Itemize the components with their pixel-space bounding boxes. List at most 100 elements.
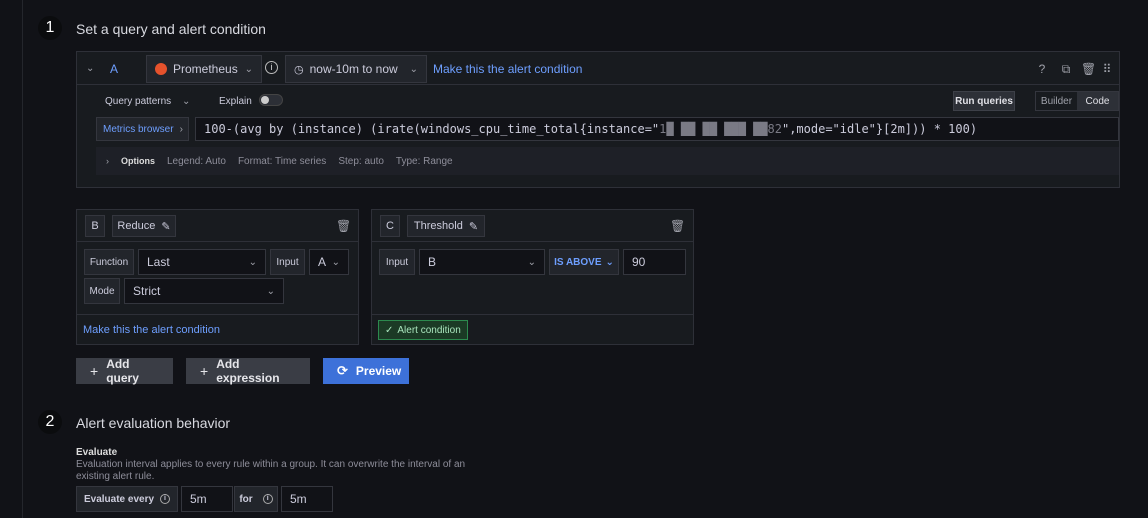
input-value: B [428,255,437,269]
chevron-down-icon: ⌄ [409,63,418,75]
check-icon: ✓ [385,324,394,336]
threshold-value: 90 [632,255,646,269]
evaluate-every-input[interactable]: 5m [181,486,233,512]
add-query-button[interactable]: + Add query [76,357,173,385]
pencil-icon: ✎ [468,220,479,233]
info-icon[interactable]: i [160,494,171,504]
for-duration-input[interactable]: 5m [281,486,333,512]
make-alert-condition-link[interactable]: Make this the alert condition [433,62,582,76]
threshold-operator-select[interactable]: IS ABOVE ⌄ [549,249,619,275]
help-icon[interactable]: ? [1035,62,1049,76]
option-type: Type: Range [395,155,453,167]
option-legend: Legend: Auto [167,155,226,167]
mode-select[interactable]: Strict ⌄ [124,278,284,304]
for-text: for [239,493,253,505]
info-icon[interactable]: i [265,61,278,74]
expression-ref-label: B [85,215,105,237]
pencil-icon: ✎ [161,220,171,233]
query-patterns-dropdown[interactable]: Query patterns ⌄ [105,96,190,107]
expression-type-text: Reduce [117,220,156,232]
expression-type-text: Threshold [413,220,463,232]
input-value: A [318,255,327,269]
alert-rule-form: 1 Set a query and alert condition ⌄ A Pr… [22,0,1148,518]
add-expression-button[interactable]: + Add expression [186,357,310,385]
preview-button[interactable]: ⟳ Preview [323,358,409,384]
drag-handle-icon[interactable]: ⠿ [1100,62,1114,76]
threshold-operator-value: IS ABOVE [554,256,602,268]
mode-value: Strict [133,284,161,298]
expression-c-panel: C Threshold ✎ 🗑 Input B ⌄ IS ABOVE ⌄ 90 … [371,209,694,345]
evaluate-every-label: Evaluate every i [76,486,178,512]
chevron-down-icon: ⌄ [331,256,340,268]
alert-condition-text: Alert condition [397,324,461,336]
expression-type-label[interactable]: Reduce ✎ [112,215,176,237]
add-expression-label: Add expression [216,357,280,385]
evaluate-heading: Evaluate [76,447,118,458]
collapse-chevron-icon[interactable]: ⌄ [86,63,94,74]
explain-label: Explain [219,96,252,107]
query-a-header: ⌄ A Prometheus ⌄ i ◷ now-10m to now ⌄ Ma… [77,52,1119,85]
step-title-1: Set a query and alert condition [76,21,266,37]
expression-b-header: B Reduce ✎ 🗑 [77,210,358,242]
expression-b-footer: Make this the alert condition [77,314,358,344]
trash-icon[interactable]: 🗑 [336,219,351,233]
option-format: Format: Time series [237,155,327,167]
trash-icon[interactable]: 🗑 [1081,62,1096,76]
chevron-down-icon: ⌄ [181,96,191,107]
datasource-name: Prometheus [173,62,238,76]
code-mode-button[interactable]: Code [1077,92,1118,110]
trash-icon[interactable]: 🗑 [670,219,685,233]
expression-b-panel: B Reduce ✎ 🗑 Function Last ⌄ Input A ⌄ M… [76,209,359,345]
mode-label: Mode [84,278,120,304]
datasource-picker[interactable]: Prometheus ⌄ [146,55,262,83]
query-a-panel: ⌄ A Prometheus ⌄ i ◷ now-10m to now ⌄ Ma… [76,51,1120,188]
for-duration-value: 5m [290,492,307,506]
expression-type-label[interactable]: Threshold ✎ [407,215,485,237]
input-label: Input [379,249,415,275]
chevron-down-icon: ⌄ [248,256,257,268]
chevron-down-icon: ⌄ [605,256,614,268]
input-select[interactable]: B ⌄ [419,249,545,275]
query-text-suffix: ",mode="idle"}[2m])) * 100) [781,122,978,136]
query-options-row[interactable]: › Options Legend: Auto Format: Time seri… [96,147,1119,175]
function-select[interactable]: Last ⌄ [138,249,266,275]
run-queries-button[interactable]: Run queries [953,91,1015,111]
time-range-value: now-10m to now [309,62,398,76]
chevron-down-icon: ⌄ [244,63,253,75]
function-value: Last [147,255,170,269]
explain-toggle[interactable] [259,94,283,106]
query-text-prefix: 100-(avg by (instance) (irate(windows_cp… [204,122,660,136]
clock-icon: ◷ [294,63,304,76]
query-ref-label[interactable]: A [110,62,118,76]
builder-mode-button[interactable]: Builder [1036,92,1077,110]
preview-label: Preview [355,364,402,378]
step-title-2: Alert evaluation behavior [76,415,231,431]
alert-condition-badge: ✓ Alert condition [378,320,468,340]
input-select[interactable]: A ⌄ [309,249,349,275]
expression-ref-label: C [380,215,400,237]
evaluate-every-value: 5m [190,492,207,506]
add-query-label: Add query [106,357,139,385]
plus-icon: + [200,363,209,379]
refresh-icon: ⟳ [337,363,348,378]
expression-c-header: C Threshold ✎ 🗑 [372,210,693,242]
time-range-picker[interactable]: ◷ now-10m to now ⌄ [285,55,427,83]
editor-mode-toggle: Builder Code [1035,91,1119,111]
threshold-value-input[interactable]: 90 [623,249,686,275]
metrics-browser-label: Metrics browser [103,123,174,135]
options-label: Options [121,156,155,166]
expression-c-footer: ✓ Alert condition [372,314,693,344]
metrics-browser-button[interactable]: Metrics browser › [96,117,189,141]
option-step: Step: auto [338,155,384,167]
chevron-down-icon: ⌄ [266,285,275,297]
step-number-1: 1 [38,16,62,40]
make-alert-condition-link[interactable]: Make this the alert condition [83,324,220,336]
chevron-down-icon: ⌄ [527,256,536,268]
chevron-right-icon: › [106,156,109,166]
duplicate-icon[interactable]: ⧉ [1059,62,1073,76]
evaluate-every-text: Evaluate every [83,493,155,505]
promql-query-editor[interactable]: 100-(avg by (instance) (irate(windows_cp… [195,117,1119,141]
step-number-2: 2 [38,410,62,434]
query-patterns-label: Query patterns [105,96,172,107]
info-icon[interactable]: i [262,494,273,504]
